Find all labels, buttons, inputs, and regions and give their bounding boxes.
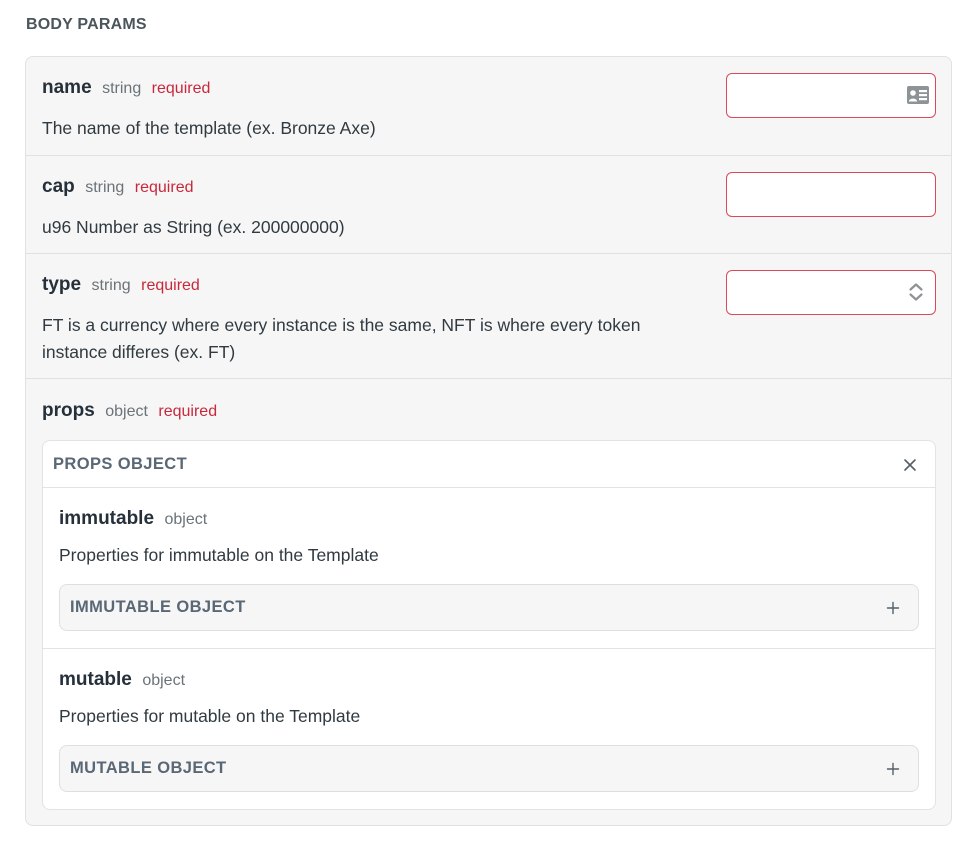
body-params-list: name string required The name of the tem…	[25, 56, 952, 826]
param-header: immutable object	[59, 508, 207, 530]
param-description: FT is a currency where every instance is…	[42, 315, 641, 362]
props-object-panel: PROPS OBJECT immutable object Properties…	[42, 440, 936, 810]
param-description: The name of the template (ex. Bronze Axe…	[42, 118, 376, 138]
plus-icon[interactable]	[886, 601, 900, 615]
param-header: mutable object	[59, 669, 185, 691]
child-param-mutable: mutable object Properties for mutable on…	[43, 649, 935, 809]
required-label: required	[158, 403, 218, 420]
required-label: required	[134, 179, 194, 196]
param-description: u96 Number as String (ex. 200000000)	[42, 217, 345, 237]
immutable-object-toggle[interactable]: IMMUTABLE OBJECT	[59, 584, 919, 631]
param-description: Properties for mutable on the Template	[59, 706, 361, 726]
section-title: BODY PARAMS	[26, 16, 147, 33]
param-name: immutable	[59, 508, 155, 529]
param-header: type string required	[42, 274, 200, 296]
contact-card-icon[interactable]	[906, 85, 930, 105]
name-input[interactable]	[726, 73, 936, 118]
mutable-object-toggle[interactable]: MUTABLE OBJECT	[59, 745, 919, 792]
props-object-title: PROPS OBJECT	[53, 455, 188, 473]
param-name: cap	[42, 176, 75, 197]
param-type: string	[85, 179, 125, 196]
param-header: props object required	[42, 400, 217, 422]
param-row-type: type string required FT is a currency wh…	[26, 254, 951, 379]
select-arrows-icon[interactable]	[904, 280, 928, 304]
close-icon[interactable]	[903, 458, 917, 472]
type-select[interactable]	[726, 270, 936, 315]
param-type: object	[142, 672, 186, 689]
param-name: type	[42, 274, 82, 295]
mutable-object-title: MUTABLE OBJECT	[70, 759, 227, 777]
param-name: name	[42, 77, 92, 98]
param-row-name: name string required The name of the tem…	[26, 57, 951, 156]
props-object-header[interactable]: PROPS OBJECT	[43, 441, 935, 488]
param-header: name string required	[42, 77, 210, 99]
required-label: required	[151, 80, 211, 97]
plus-icon[interactable]	[886, 762, 900, 776]
param-name: mutable	[59, 669, 132, 690]
param-type: object	[164, 511, 208, 528]
required-label: required	[141, 277, 200, 294]
param-description: Properties for immutable on the Template	[59, 545, 379, 565]
param-type: object	[105, 403, 148, 420]
cap-input[interactable]	[726, 172, 936, 217]
param-type: string	[102, 80, 142, 97]
param-name: props	[42, 400, 95, 421]
param-type: string	[91, 277, 131, 294]
param-row-cap: cap string required u96 Number as String…	[26, 156, 951, 254]
immutable-object-title: IMMUTABLE OBJECT	[70, 598, 246, 616]
child-param-immutable: immutable object Properties for immutabl…	[43, 488, 935, 649]
param-header: cap string required	[42, 176, 193, 198]
